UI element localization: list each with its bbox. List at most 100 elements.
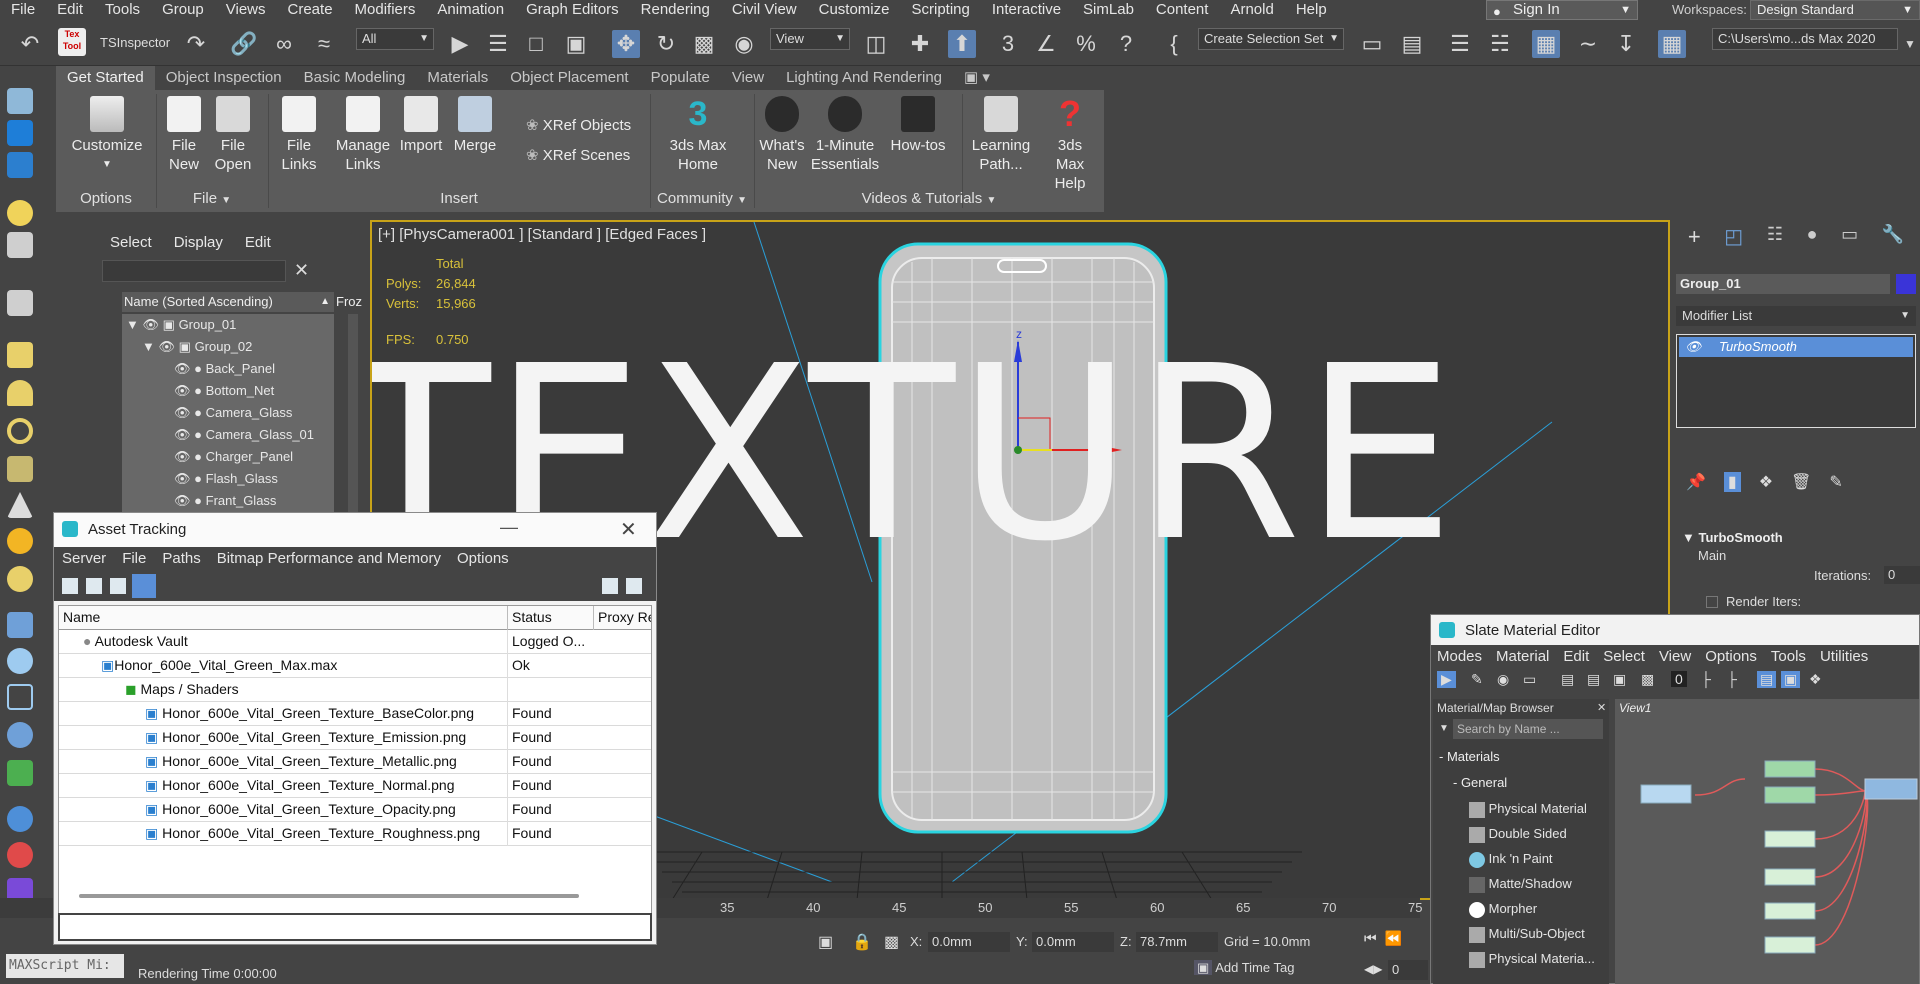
pick-material-icon[interactable]: ✎ bbox=[1471, 671, 1483, 688]
cone-icon[interactable] bbox=[7, 492, 33, 518]
workspace-select[interactable]: Design Standard ▼ bbox=[1750, 0, 1920, 20]
menu-paths[interactable]: Paths bbox=[154, 547, 208, 571]
x-coordinate-field[interactable]: 0.0mm bbox=[928, 932, 1010, 952]
one-minute-essentials-button[interactable]: 1-Minute Essentials bbox=[810, 96, 880, 174]
group-community-label[interactable]: Community ▼ bbox=[650, 190, 754, 207]
make-unique-icon[interactable]: ❖ bbox=[1759, 472, 1773, 492]
snaps-toggle-icon[interactable]: 3 bbox=[994, 30, 1022, 58]
percent-snap-icon[interactable]: % bbox=[1072, 30, 1100, 58]
whats-new-button[interactable]: What's New bbox=[756, 96, 808, 174]
named-selection-set-select[interactable]: Create Selection Set ▼ bbox=[1198, 28, 1344, 50]
material-item[interactable]: Physical Material bbox=[1469, 797, 1587, 821]
menu-file[interactable]: File bbox=[114, 547, 154, 571]
mirror-icon[interactable]: ▭ bbox=[1358, 30, 1386, 58]
menu-civil-view[interactable]: Civil View bbox=[721, 0, 808, 20]
blue-sphere-icon[interactable] bbox=[7, 806, 33, 832]
display-tab-icon[interactable]: ▭ bbox=[1841, 224, 1858, 254]
menu-modifiers[interactable]: Modifiers bbox=[344, 0, 427, 20]
browser-options-icon[interactable]: ▼ bbox=[1439, 723, 1449, 734]
group-videos-label[interactable]: Videos & Tutorials ▼ bbox=[754, 190, 1104, 207]
menu-rendering[interactable]: Rendering bbox=[630, 0, 721, 20]
edit-named-selection-icon[interactable]: { bbox=[1160, 30, 1188, 58]
eye-icon[interactable]: 👁 bbox=[159, 339, 176, 354]
wireframe-icon[interactable] bbox=[7, 684, 33, 710]
link-icon[interactable]: 🔗 bbox=[230, 30, 258, 58]
bind-space-warp-icon[interactable]: ≈ bbox=[310, 30, 338, 58]
move-children-icon[interactable]: ├ bbox=[1727, 671, 1737, 687]
layout-children-icon[interactable]: ├ bbox=[1701, 671, 1711, 687]
list-view-icon[interactable] bbox=[86, 578, 102, 594]
material-item[interactable]: Matte/Shadow bbox=[1469, 872, 1572, 896]
render-iters-checkbox[interactable] bbox=[1706, 596, 1718, 608]
material-item[interactable]: Physical Materia... bbox=[1469, 947, 1595, 971]
learning-path-button[interactable]: Learning Path... bbox=[966, 96, 1036, 174]
clear-search-icon[interactable]: ✕ bbox=[294, 260, 309, 281]
palette-icon[interactable] bbox=[7, 842, 33, 868]
asset-row-texture[interactable]: ▣ Honor_600e_Vital_Green_Texture_BaseCol… bbox=[59, 702, 651, 726]
dialog-titlebar[interactable]: Asset Tracking — ✕ bbox=[54, 513, 656, 547]
scene-explorer-toggle-icon[interactable]: ☰ bbox=[1446, 30, 1474, 58]
unlink-icon[interactable]: ∞ bbox=[270, 30, 298, 58]
menu-scripting[interactable]: Scripting bbox=[900, 0, 980, 20]
tab-lighting-and-rendering[interactable]: Lighting And Rendering bbox=[775, 66, 953, 90]
table-view-icon[interactable] bbox=[110, 578, 126, 594]
layer-explorer-icon[interactable]: ☵ bbox=[1486, 30, 1514, 58]
select-and-scale-icon[interactable]: ▩ bbox=[690, 30, 718, 58]
y-coordinate-field[interactable]: 0.0mm bbox=[1032, 932, 1114, 952]
project-folder-select[interactable]: C:\Users\mo...ds Max 2020 bbox=[1712, 28, 1898, 50]
manage-links-button[interactable]: Manage Links bbox=[332, 96, 394, 174]
menu-simlab[interactable]: SimLab bbox=[1072, 0, 1145, 20]
tab-populate[interactable]: Populate bbox=[640, 66, 721, 90]
expand-icon[interactable]: ▼ bbox=[142, 339, 155, 354]
menu-edit[interactable]: Edit bbox=[1563, 645, 1589, 669]
select-and-move-icon[interactable]: ✥ bbox=[612, 30, 640, 58]
xref-scenes-button[interactable]: ❀ XRef Scenes bbox=[526, 146, 630, 164]
menu-tools[interactable]: Tools bbox=[1771, 645, 1806, 669]
menu-content[interactable]: Content bbox=[1145, 0, 1220, 20]
zero-field[interactable]: 0 bbox=[1671, 671, 1687, 687]
gear-icon[interactable] bbox=[7, 722, 33, 748]
menu-options[interactable]: Options bbox=[449, 547, 517, 571]
lock-icon[interactable]: 🔒 bbox=[852, 932, 872, 952]
tab-object-placement[interactable]: Object Placement bbox=[499, 66, 639, 90]
select-object-icon[interactable]: ▶ bbox=[446, 30, 474, 58]
menu-arnold[interactable]: Arnold bbox=[1219, 0, 1284, 20]
image-icon[interactable] bbox=[7, 152, 33, 178]
object-color-swatch[interactable] bbox=[1896, 274, 1916, 294]
menu-interactive[interactable]: Interactive bbox=[981, 0, 1072, 20]
eye-icon[interactable]: 👁 bbox=[1685, 337, 1702, 357]
menu-edit[interactable]: Edit bbox=[46, 0, 94, 20]
schematic-view-icon[interactable]: ↧ bbox=[1612, 30, 1640, 58]
material-item[interactable]: Double Sided bbox=[1469, 822, 1567, 846]
menu-display[interactable]: Display bbox=[174, 234, 223, 251]
file-open-button[interactable]: File Open bbox=[208, 96, 258, 174]
asset-row-texture[interactable]: ▣ Honor_600e_Vital_Green_Texture_Normal.… bbox=[59, 774, 651, 798]
menu-select[interactable]: Select bbox=[110, 234, 152, 251]
ribbon-options-icon[interactable]: ▣ ▾ bbox=[953, 66, 1001, 90]
menu-bitmap-performance[interactable]: Bitmap Performance and Memory bbox=[209, 547, 449, 571]
asset-row-texture[interactable]: ▣ Honor_600e_Vital_Green_Texture_Metalli… bbox=[59, 750, 651, 774]
tab-get-started[interactable]: Get Started bbox=[56, 66, 155, 90]
menu-graph-editors[interactable]: Graph Editors bbox=[515, 0, 630, 20]
select-and-rotate-icon[interactable]: ↻ bbox=[652, 30, 680, 58]
column-header-name[interactable]: Name (Sorted Ascending) ▲ bbox=[122, 292, 334, 312]
motion-tab-icon[interactable]: ● bbox=[1807, 224, 1818, 254]
autodesk-icon[interactable] bbox=[7, 120, 33, 146]
pivot-center-icon[interactable]: ◫ bbox=[862, 30, 890, 58]
show-map-icon[interactable]: ▤ bbox=[1587, 671, 1600, 688]
menu-view[interactable]: View bbox=[1659, 645, 1691, 669]
menu-tools[interactable]: Tools bbox=[94, 0, 151, 20]
menu-animation[interactable]: Animation bbox=[426, 0, 515, 20]
ribbon-toggle-icon[interactable]: ▦ bbox=[1532, 30, 1560, 58]
select-and-place-icon[interactable]: ◉ bbox=[730, 30, 758, 58]
toggle-navigator-icon[interactable]: ▣ bbox=[1781, 671, 1801, 688]
vault-connect-icon[interactable] bbox=[602, 578, 618, 594]
browser-close-icon[interactable]: ✕ bbox=[1597, 701, 1606, 714]
add-time-tag-button[interactable]: ▣ Add Time Tag bbox=[1194, 960, 1294, 976]
reference-coordinate-select[interactable]: View ▼ bbox=[770, 28, 850, 50]
asset-row-texture[interactable]: ▣ Honor_600e_Vital_Green_Texture_Roughne… bbox=[59, 822, 651, 846]
tab-view[interactable]: View bbox=[721, 66, 775, 90]
menu-options[interactable]: Options bbox=[1705, 645, 1757, 669]
toggle-browser-icon[interactable]: ▤ bbox=[1757, 671, 1777, 688]
redo-icon[interactable]: ↷ bbox=[182, 30, 210, 58]
